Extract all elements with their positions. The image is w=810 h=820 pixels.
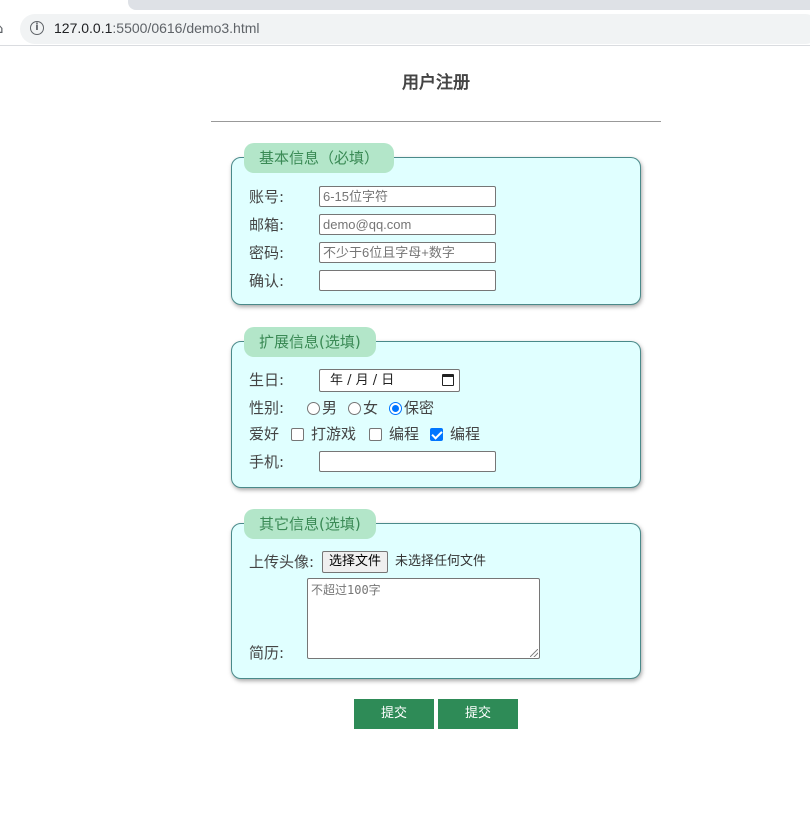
home-icon[interactable]: ⌂ — [0, 20, 8, 36]
tab-strip-edge — [128, 0, 810, 10]
url-text: 127.0.0.1:5500/0616/demo3.html — [54, 20, 260, 36]
address-bar[interactable]: i 127.0.0.1:5500/0616/demo3.html — [20, 14, 810, 44]
gender-option-male[interactable]: 男 — [322, 397, 337, 419]
account-input[interactable] — [319, 186, 496, 207]
account-label: 账号: — [249, 188, 285, 206]
hobby-option-coding[interactable]: 编程 — [389, 423, 419, 445]
basic-info-fieldset: 基本信息（必填） 账号: 邮箱: 密码: 确认: — [231, 143, 641, 305]
gender-radio-female[interactable] — [348, 402, 361, 415]
birthday-date-input[interactable]: 年 / 月 / 日 — [319, 369, 460, 392]
tab-strip — [0, 0, 810, 12]
calendar-icon[interactable] — [442, 374, 454, 386]
hobby-option-coding-2[interactable]: 编程 — [450, 423, 480, 445]
confirm-password-input[interactable] — [319, 270, 496, 291]
hobby-checkbox-game[interactable] — [291, 428, 304, 441]
extended-info-legend: 扩展信息(选填) — [244, 327, 376, 357]
title-divider — [211, 121, 661, 122]
resize-handle-icon[interactable] — [530, 649, 538, 657]
birthday-label: 生日: — [249, 371, 285, 389]
hobby-label: 爱好 — [249, 425, 280, 443]
browser-toolbar: ⌂ i 127.0.0.1:5500/0616/demo3.html — [0, 12, 810, 46]
resume-placeholder: 不超过100字 — [311, 583, 381, 597]
basic-info-legend: 基本信息（必填） — [244, 143, 395, 173]
site-info-icon[interactable]: i — [30, 21, 44, 35]
file-status-text: 未选择任何文件 — [395, 554, 487, 569]
other-info-legend: 其它信息(选填) — [244, 509, 376, 539]
phone-label: 手机: — [249, 453, 285, 471]
gender-label: 性别: — [249, 399, 285, 417]
avatar-label: 上传头像: — [249, 553, 315, 571]
confirm-label: 确认: — [249, 272, 285, 290]
resume-textarea[interactable]: 不超过100字 — [307, 578, 540, 659]
submit-button[interactable]: 提交 — [354, 699, 434, 729]
resume-label: 简历: — [249, 644, 285, 662]
page-title: 用户注册 — [402, 73, 470, 93]
other-info-fieldset: 其它信息(选填) 上传头像: 选择文件 未选择任何文件 简历: 不超过100字 — [231, 509, 641, 679]
gender-radio-secret[interactable] — [389, 402, 402, 415]
email-label: 邮箱: — [249, 216, 285, 234]
birthday-date-value: 年 / 月 / 日 — [330, 373, 395, 388]
submit-button-2[interactable]: 提交 — [438, 699, 518, 729]
extended-info-fieldset: 扩展信息(选填) 生日: 年 / 月 / 日 性别: 男 女 保密 爱好 打游戏… — [231, 327, 641, 488]
email-input[interactable] — [319, 214, 496, 235]
hobby-checkbox-coding-2[interactable] — [430, 428, 443, 441]
gender-option-secret[interactable]: 保密 — [404, 397, 434, 419]
gender-option-female[interactable]: 女 — [363, 397, 378, 419]
hobby-checkbox-coding[interactable] — [369, 428, 382, 441]
phone-input[interactable] — [319, 451, 496, 472]
hobby-option-game[interactable]: 打游戏 — [311, 423, 356, 445]
gender-radio-male[interactable] — [307, 402, 320, 415]
choose-file-button[interactable]: 选择文件 — [322, 551, 389, 573]
password-input[interactable] — [319, 242, 496, 263]
password-label: 密码: — [249, 244, 285, 262]
